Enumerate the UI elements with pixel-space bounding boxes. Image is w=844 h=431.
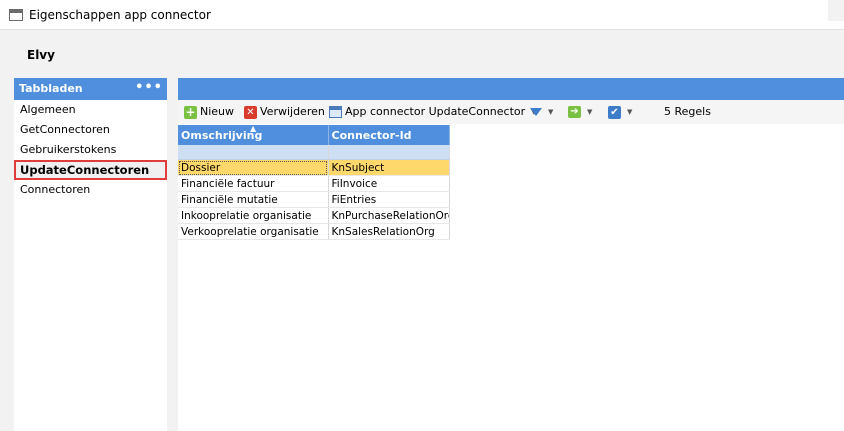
table-row[interactable]: Inkooprelatie organisatie KnPurchaseRela… (178, 207, 450, 224)
cell-connector-id[interactable]: KnSubject (328, 159, 450, 176)
sidebar-item-updateconnectoren[interactable]: UpdateConnectoren (14, 160, 167, 180)
column-header-omschrijving[interactable]: Omschrijving ▲ (178, 124, 329, 145)
filter-button[interactable]: ▼ (530, 104, 553, 120)
checkbox-icon: ✔ (608, 105, 621, 119)
chevron-down-icon[interactable]: ▼ (627, 104, 632, 120)
app-connector-button[interactable]: App connector UpdateConnector ▼ (329, 104, 537, 120)
delete-icon: ✕ (244, 105, 257, 119)
select-button[interactable]: ✔ ▼ (608, 104, 632, 120)
sidebar-item-getconnectoren[interactable]: GetConnectoren (14, 120, 167, 140)
navigate-button[interactable]: ➔ ▼ (568, 104, 592, 120)
sidebar-header: Tabbladen ••• (14, 78, 167, 100)
new-button[interactable]: + Nieuw (184, 104, 234, 120)
column-header-connector-id[interactable]: Connector-Id (328, 125, 450, 145)
row-count: 5 Regels (664, 105, 711, 118)
sidebar-header-label: Tabbladen (19, 82, 83, 95)
panel-header-bar (178, 78, 844, 100)
window-icon (329, 106, 342, 118)
cell-description[interactable]: Financiële mutatie (178, 191, 329, 208)
chevron-down-icon[interactable]: ▼ (587, 104, 592, 120)
connector-table: Omschrijving ▲ Connector-Id Dossier KnSub… (178, 124, 450, 240)
toolbar: + Nieuw ✕ Verwijderen App connector Update… (178, 100, 844, 124)
window-control-button[interactable] (828, 0, 844, 21)
new-button-label: Nieuw (200, 105, 235, 118)
organization-name: Elvy (27, 48, 55, 62)
sidebar-item-algemeen[interactable]: Algemeen (14, 100, 167, 120)
more-options-icon[interactable]: ••• (135, 77, 163, 99)
cell-connector-id[interactable]: KnPurchaseRelationOrg (328, 207, 450, 224)
table-row[interactable]: Financiële mutatie FiEntries (178, 191, 450, 208)
filter-icon (530, 108, 542, 116)
filter-row[interactable] (178, 145, 450, 160)
filter-cell-omschrijving[interactable] (178, 145, 329, 160)
sidebar-item-gebruikerstokens[interactable]: Gebruikerstokens (14, 140, 167, 160)
delete-button-label: Verwijderen (260, 105, 325, 118)
app-connector-label: App connector UpdateConnector (345, 105, 526, 118)
filter-cell-connector-id[interactable] (328, 145, 450, 160)
plus-icon: + (184, 104, 197, 119)
cell-connector-id[interactable]: FiInvoice (328, 175, 450, 192)
main-panel: + Nieuw ✕ Verwijderen App connector Update… (178, 78, 844, 431)
window-title: Eigenschappen app connector (29, 8, 211, 22)
table-row[interactable]: Verkooprelatie organisatie KnSalesRelati… (178, 223, 450, 240)
table-row[interactable]: Dossier KnSubject (178, 159, 450, 176)
delete-button[interactable]: ✕ Verwijderen (244, 104, 325, 120)
arrow-right-icon: ➔ (568, 106, 581, 118)
title-bar: Eigenschappen app connector (0, 0, 844, 30)
tab-sidebar: Tabbladen ••• Algemeen GetConnectoren Ge… (14, 78, 167, 431)
sort-ascending-icon: ▲ (250, 124, 257, 133)
cell-description[interactable]: Dossier (178, 159, 329, 176)
chevron-down-icon[interactable]: ▼ (548, 104, 553, 120)
table-header-row: Omschrijving ▲ Connector-Id (178, 124, 450, 145)
cell-description[interactable]: Inkooprelatie organisatie (178, 207, 329, 224)
cell-connector-id[interactable]: FiEntries (328, 191, 450, 208)
table-row[interactable]: Financiële factuur FiInvoice (178, 175, 450, 192)
cell-connector-id[interactable]: KnSalesRelationOrg (328, 223, 450, 240)
sidebar-item-connectoren[interactable]: Connectoren (14, 180, 167, 200)
cell-description[interactable]: Financiële factuur (178, 175, 329, 192)
cell-description[interactable]: Verkooprelatie organisatie (178, 223, 329, 240)
window-icon (9, 9, 23, 21)
